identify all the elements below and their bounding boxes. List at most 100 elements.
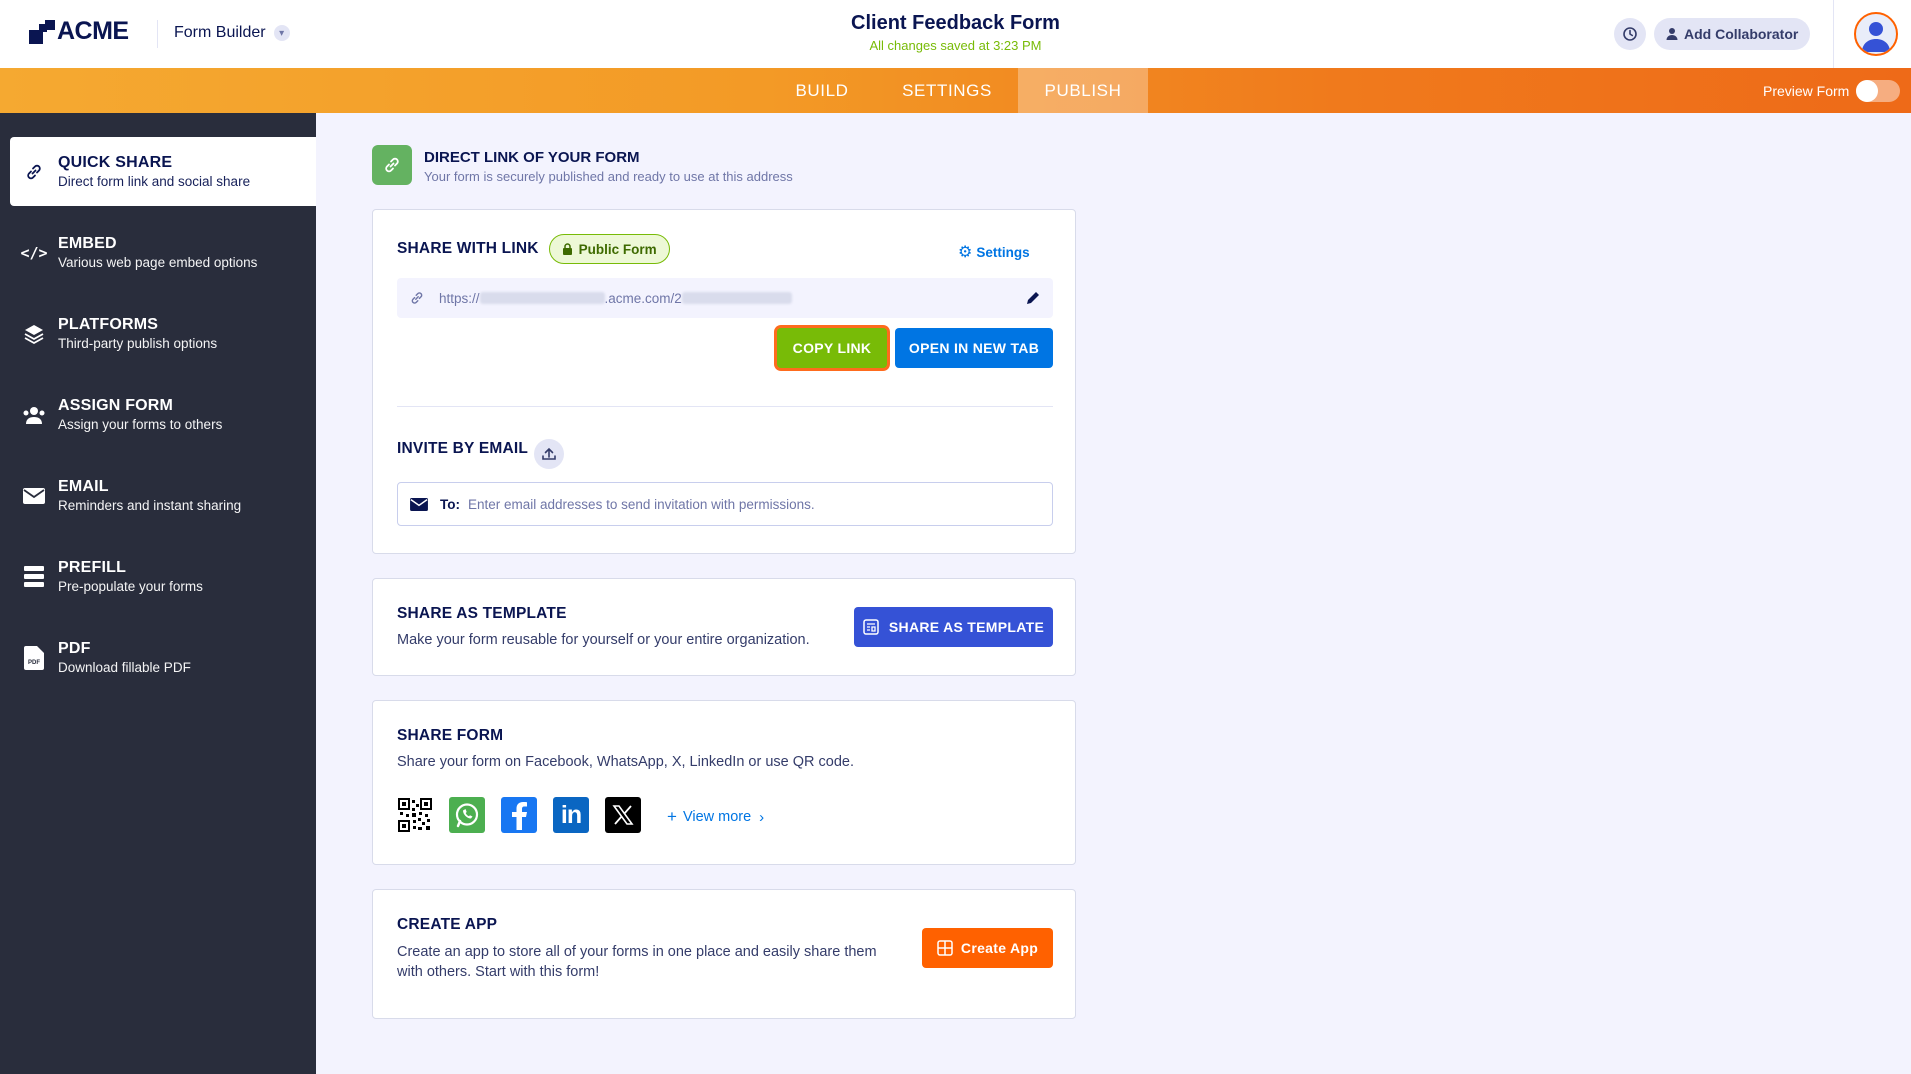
sidebar-item-pdf[interactable]: PDF PDF Download fillable PDF [10, 623, 316, 692]
share-link-card: SHARE WITH LINK Public Form ⚙ Settings h… [372, 209, 1076, 554]
code-icon: </> [20, 243, 48, 262]
create-app-button[interactable]: Create App [922, 928, 1053, 968]
sidebar-item-subtitle: Download fillable PDF [58, 660, 191, 675]
logo-text: ACME [57, 17, 129, 45]
top-header: ACME Form Builder ▾ Client Feedback Form… [0, 0, 1911, 68]
tab-publish[interactable]: PUBLISH [1018, 68, 1148, 113]
create-app-description: Create an app to store all of your forms… [397, 942, 877, 982]
users-icon [23, 406, 45, 424]
url-prefix: https:// [439, 290, 480, 306]
history-button[interactable] [1614, 18, 1646, 50]
sidebar-item-subtitle: Direct form link and social share [58, 174, 251, 189]
sidebar-item-subtitle: Various web page embed options [58, 255, 258, 270]
create-app-description-line: with others. Start with this form! [397, 964, 600, 980]
share-form-title: SHARE FORM [397, 727, 504, 744]
gear-icon: ⚙ [958, 244, 973, 261]
lock-icon [562, 243, 572, 255]
sidebar-item-title: ASSIGN FORM [58, 397, 174, 414]
share-as-template-button[interactable]: SHARE AS TEMPLATE [854, 607, 1053, 647]
preview-form-toggle[interactable] [1856, 80, 1900, 102]
share-template-card: SHARE AS TEMPLATE Make your form reusabl… [372, 578, 1076, 676]
copy-link-button[interactable]: COPY LINK [777, 328, 887, 368]
add-user-icon [1666, 28, 1678, 40]
avatar[interactable] [1854, 12, 1898, 56]
share-template-title: SHARE AS TEMPLATE [397, 605, 567, 622]
view-more-label: View more [682, 809, 752, 825]
header-divider-right [1833, 0, 1834, 68]
chevron-down-icon: ▾ [273, 25, 290, 41]
redacted-url-part [681, 292, 792, 304]
create-app-label: Create App [960, 940, 1039, 956]
public-form-badge[interactable]: Public Form [548, 234, 670, 264]
sidebar-item-title: PREFILL [58, 559, 127, 576]
pdf-icon: PDF [24, 645, 44, 670]
publish-sidebar: QUICK SHARE Direct form link and social s… [0, 113, 316, 1074]
sidebar-item-subtitle: Third-party publish options [58, 336, 218, 351]
x-icon [612, 805, 634, 825]
share-as-template-label: SHARE AS TEMPLATE [888, 619, 1045, 635]
sidebar-item-title: EMBED [58, 235, 117, 252]
preview-form-label: Preview Form [1763, 83, 1850, 99]
card-divider [397, 406, 1053, 407]
pencil-icon[interactable] [1025, 290, 1041, 306]
whatsapp-share-button[interactable] [449, 797, 485, 833]
add-collaborator-button[interactable]: Add Collaborator [1654, 18, 1811, 50]
sidebar-item-embed[interactable]: </> EMBED Various web page embed options [10, 218, 316, 287]
sidebar-item-title: EMAIL [58, 478, 109, 495]
app-switcher[interactable]: Form Builder ▾ [174, 24, 290, 42]
sidebar-item-platforms[interactable]: PLATFORMS Third-party publish options [10, 299, 316, 368]
x-share-button[interactable] [605, 797, 641, 833]
user-avatar-icon [1862, 22, 1890, 52]
header-divider [157, 20, 158, 48]
invite-email-field[interactable]: To: Enter email addresses to send invita… [397, 482, 1053, 526]
link-settings-button[interactable]: ⚙ Settings [958, 242, 1030, 262]
redacted-url-part [479, 292, 605, 304]
upload-icon [542, 447, 556, 460]
link-icon [27, 164, 41, 179]
mail-icon [410, 497, 428, 511]
whatsapp-icon [455, 803, 479, 828]
history-icon [1623, 27, 1637, 41]
open-in-new-tab-button[interactable]: OPEN IN NEW TAB [895, 328, 1053, 368]
layers-icon [24, 324, 44, 344]
direct-link-badge [372, 145, 412, 185]
public-form-label: Public Form [578, 241, 657, 257]
share-form-card: SHARE FORM Share your form on Facebook, … [372, 700, 1076, 865]
sidebar-item-title: QUICK SHARE [58, 154, 173, 171]
link-icon [385, 157, 399, 173]
tab-settings[interactable]: SETTINGS [878, 68, 1016, 113]
sidebar-item-assign-form[interactable]: ASSIGN FORM Assign your forms to others [10, 380, 316, 449]
view-more-link[interactable]: + View more › [667, 807, 764, 827]
sidebar-item-title: PLATFORMS [58, 316, 159, 333]
sidebar-item-title: PDF [58, 640, 91, 657]
create-app-card: CREATE APP Create an app to store all of… [372, 889, 1076, 1019]
direct-link-subtitle: Your form is securely published and read… [424, 169, 793, 184]
create-app-description-line: Create an app to store all of your forms… [397, 944, 877, 960]
link-settings-label: Settings [976, 244, 1030, 260]
svg-text:PDF: PDF [28, 660, 40, 666]
sidebar-item-quick-share[interactable]: QUICK SHARE Direct form link and social s… [10, 137, 316, 206]
prefill-icon [24, 565, 44, 587]
form-url-field[interactable]: https:// .acme.com/2 [397, 278, 1053, 318]
email-placeholder: Enter email addresses to send invitation… [468, 496, 815, 512]
builder-tabs-bar: BUILD SETTINGS PUBLISH Preview Form [0, 68, 1911, 113]
tab-build[interactable]: BUILD [775, 68, 869, 113]
qr-code-button[interactable] [397, 797, 433, 833]
share-with-link-title: SHARE WITH LINK [397, 240, 539, 257]
to-label: To: [440, 496, 460, 512]
logo-mark-icon [29, 19, 55, 44]
upload-contacts-button[interactable] [534, 439, 564, 469]
mail-icon [23, 487, 45, 504]
acme-logo[interactable]: ACME [29, 17, 129, 46]
facebook-share-button[interactable] [501, 797, 537, 833]
sidebar-item-prefill[interactable]: PREFILL Pre-populate your forms [10, 542, 316, 611]
url-domain: .acme.com/2 [604, 290, 682, 306]
sidebar-item-subtitle: Pre-populate your forms [58, 579, 203, 594]
sidebar-item-email[interactable]: EMAIL Reminders and instant sharing [10, 461, 316, 530]
linkedin-share-button[interactable]: in [553, 797, 589, 833]
invite-by-email-title: INVITE BY EMAIL [397, 440, 529, 457]
facebook-icon [512, 802, 527, 830]
app-grid-icon [937, 940, 953, 956]
sidebar-item-subtitle: Assign your forms to others [58, 417, 223, 432]
link-icon [411, 292, 423, 304]
